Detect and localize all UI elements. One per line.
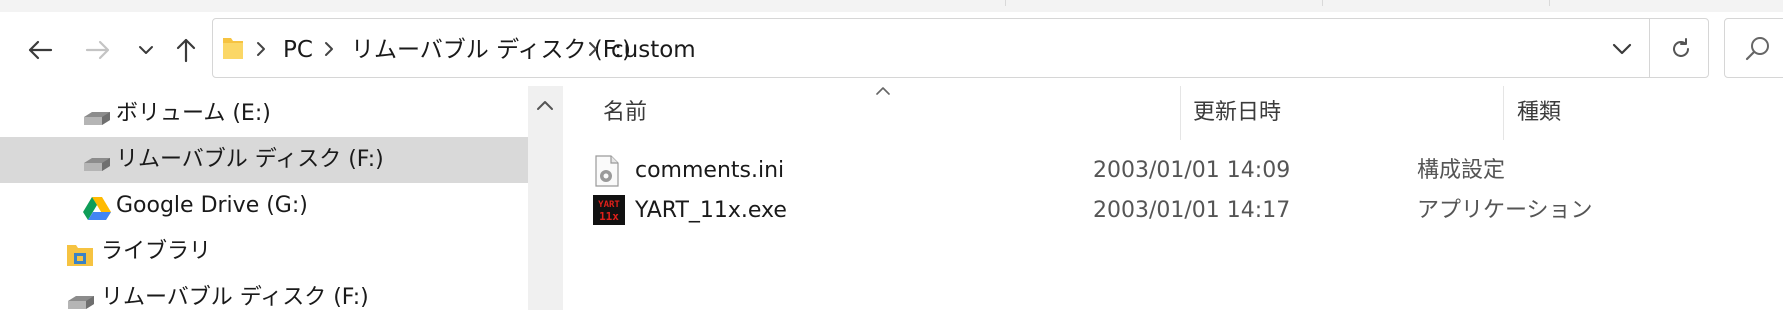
tree-item-label: ボリューム (E:) xyxy=(116,101,271,126)
breadcrumb-custom[interactable]: custom xyxy=(611,36,696,64)
navigation-pane-scrollbar[interactable] xyxy=(528,86,563,310)
file-row-comments-ini[interactable]: comments.ini 2003/01/01 14:09 構成設定 xyxy=(593,151,1783,191)
tree-item-label: ライブラリ xyxy=(101,239,212,264)
file-list: 名前 更新日時 種類 comments.ini 2003/01/01 14:09… xyxy=(563,86,1783,310)
tree-item-google-drive-g[interactable]: Google Drive (G:) xyxy=(0,183,528,229)
chevron-right-icon[interactable] xyxy=(587,41,599,57)
file-name[interactable]: YART_11x.exe xyxy=(635,198,787,224)
forward-button[interactable] xyxy=(82,34,114,66)
tree-item-library[interactable]: ライブラリ xyxy=(0,229,528,275)
library-icon xyxy=(67,245,93,266)
address-divider xyxy=(1649,19,1650,77)
chevron-right-icon xyxy=(257,42,265,56)
refresh-button[interactable] xyxy=(1661,29,1701,69)
arrow-right-icon xyxy=(85,40,110,60)
tree-item-removable-disk-f[interactable]: リムーバブル ディスク (F:) xyxy=(0,137,528,183)
search-icon xyxy=(1745,37,1769,61)
tree-item-removable-disk-f-2[interactable]: リムーバブル ディスク (F:) xyxy=(0,275,528,321)
chevron-down-icon xyxy=(139,46,153,54)
column-divider[interactable] xyxy=(1503,86,1504,140)
breadcrumb-pc[interactable]: PC xyxy=(283,36,313,64)
back-button[interactable] xyxy=(24,34,56,66)
folder-icon xyxy=(223,38,243,59)
column-header-type[interactable]: 種類 xyxy=(1517,100,1561,126)
navigation-bar: PC リムーバブル ディスク (F:) custom xyxy=(0,12,1783,86)
removable-drive-icon xyxy=(68,296,94,309)
file-name[interactable]: comments.ini xyxy=(635,158,784,184)
address-bar[interactable]: PC リムーバブル ディスク (F:) custom xyxy=(212,18,1709,78)
file-date: 2003/01/01 14:17 xyxy=(1093,198,1291,223)
tree-item-label: リムーバブル ディスク (F:) xyxy=(101,285,369,310)
search-box[interactable] xyxy=(1724,18,1783,78)
chevron-down-icon xyxy=(1612,43,1632,55)
scroll-up-icon[interactable] xyxy=(536,98,554,112)
up-button[interactable] xyxy=(170,34,202,66)
drive-icon xyxy=(84,112,110,125)
tree-item-volume-e[interactable]: ボリューム (E:) xyxy=(0,91,528,137)
file-date: 2003/01/01 14:09 xyxy=(1093,158,1291,183)
app-icon-text: 11x xyxy=(599,210,619,223)
file-row-yart-exe[interactable]: YART 11x YART_11x.exe 2003/01/01 14:17 ア… xyxy=(593,191,1783,231)
arrow-left-icon xyxy=(28,40,53,60)
column-header-name[interactable]: 名前 xyxy=(603,100,647,126)
chevron-right-icon[interactable] xyxy=(323,41,335,57)
google-drive-icon xyxy=(83,197,111,220)
file-type: 構成設定 xyxy=(1417,158,1506,183)
app-icon-text: YART xyxy=(598,200,620,210)
settings-file-icon xyxy=(595,155,619,187)
strip-divider xyxy=(1322,0,1323,6)
address-history-dropdown[interactable] xyxy=(1598,33,1646,65)
arrow-up-icon xyxy=(176,38,196,63)
strip-divider xyxy=(1005,0,1006,6)
recent-locations-button[interactable] xyxy=(130,34,162,66)
column-divider[interactable] xyxy=(1180,86,1181,140)
strip-divider xyxy=(1549,0,1550,6)
refresh-icon xyxy=(1673,38,1689,57)
file-type: アプリケーション xyxy=(1417,198,1593,223)
navigation-pane: ボリューム (E:) リムーバブル ディスク (F:) Google Drive… xyxy=(0,86,528,310)
removable-drive-icon xyxy=(84,158,110,171)
tree-item-label: Google Drive (G:) xyxy=(116,193,308,218)
column-header-date[interactable]: 更新日時 xyxy=(1193,100,1281,126)
tree-item-label: リムーバブル ディスク (F:) xyxy=(116,147,384,172)
sort-ascending-icon xyxy=(876,87,890,95)
yart-app-icon: YART 11x xyxy=(593,195,625,225)
